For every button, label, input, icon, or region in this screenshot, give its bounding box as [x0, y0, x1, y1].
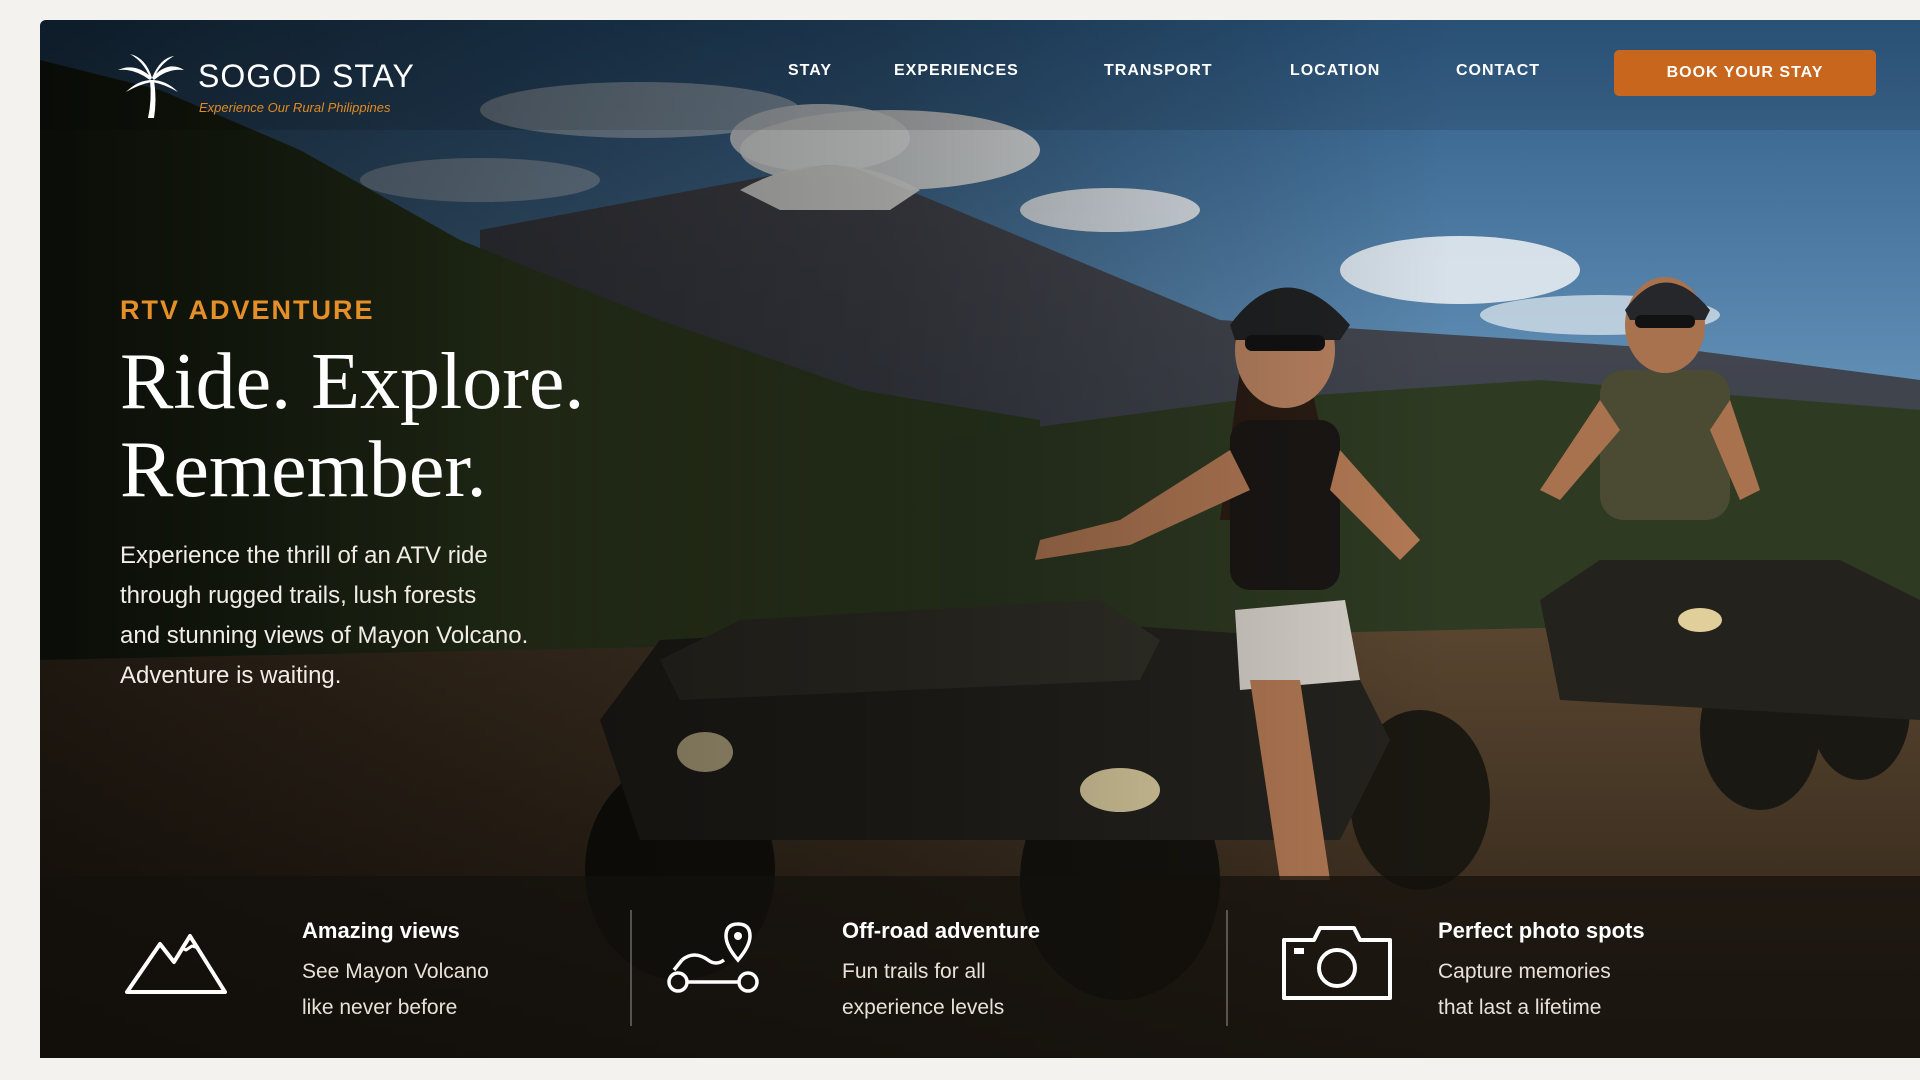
brand-logo[interactable]: SOGOD STAY Experience Our Rural Philippi… [116, 50, 456, 130]
hero-section: SOGOD STAY Experience Our Rural Philippi… [40, 20, 1920, 1058]
feature-desc-line-1: Fun trails for all [842, 960, 986, 983]
feature-desc-line-2: like never before [302, 996, 458, 1019]
hero-description-line-2: through rugged trails, lush forests [120, 582, 477, 609]
nav-item-contact[interactable]: CONTACT [1456, 62, 1540, 80]
camera-icon [1282, 926, 1392, 1000]
feature-desc-line-2: that last a lifetime [1438, 996, 1602, 1019]
brand-tagline: Experience Our Rural Philippines [199, 100, 391, 115]
book-your-stay-button[interactable]: BOOK YOUR STAY [1614, 50, 1876, 96]
hero-headline-line-1: Ride. Explore. [120, 338, 585, 426]
feature-amazing-views: Amazing views See Mayon Volcano like nev… [40, 876, 620, 1058]
feature-divider [1226, 910, 1228, 1026]
top-navigation: SOGOD STAY Experience Our Rural Philippi… [40, 20, 1920, 130]
mountain-icon [125, 934, 227, 994]
hero-description-line-3: and stunning views of Mayon Volcano. [120, 622, 529, 649]
feature-title: Perfect photo spots [1438, 918, 1645, 943]
brand-name: SOGOD STAY [198, 58, 415, 94]
nav-item-experiences[interactable]: EXPERIENCES [894, 62, 1019, 80]
feature-perfect-photo-spots: Perfect photo spots Capture memories tha… [1236, 876, 1920, 1058]
feature-off-road-adventure: Off-road adventure Fun trails for all ex… [640, 876, 1230, 1058]
hero-description-line-1: Experience the thrill of an ATV ride [120, 542, 488, 569]
palm-tree-icon [118, 54, 184, 118]
features-bar: Amazing views See Mayon Volcano like nev… [40, 876, 1920, 1058]
feature-desc-line-1: See Mayon Volcano [302, 960, 489, 983]
feature-divider [630, 910, 632, 1026]
nav-item-transport[interactable]: TRANSPORT [1104, 62, 1213, 80]
nav-item-stay[interactable]: STAY [788, 62, 832, 80]
feature-desc-line-1: Capture memories [1438, 960, 1611, 983]
route-icon [667, 922, 759, 993]
hero-headline: Ride. Explore. Remember. [120, 338, 584, 514]
hero-kicker: RTV ADVENTURE [120, 295, 375, 325]
feature-title: Amazing views [302, 918, 460, 943]
feature-desc-line-2: experience levels [842, 996, 1005, 1019]
hero-description-line-4: Adventure is waiting. [120, 662, 342, 689]
hero-headline-line-2: Remember. [120, 426, 487, 514]
feature-title: Off-road adventure [842, 918, 1041, 943]
hero-description: Experience the thrill of an ATV ride thr… [120, 536, 780, 696]
nav-item-location[interactable]: LOCATION [1290, 62, 1380, 80]
